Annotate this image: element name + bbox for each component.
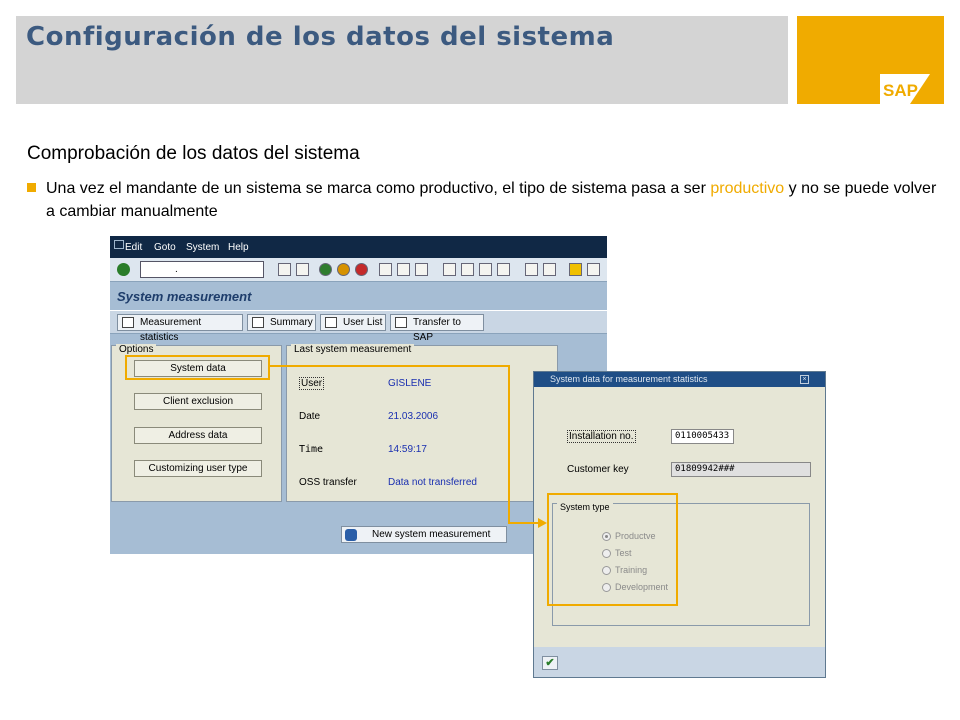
connector-arrow [270,365,547,528]
